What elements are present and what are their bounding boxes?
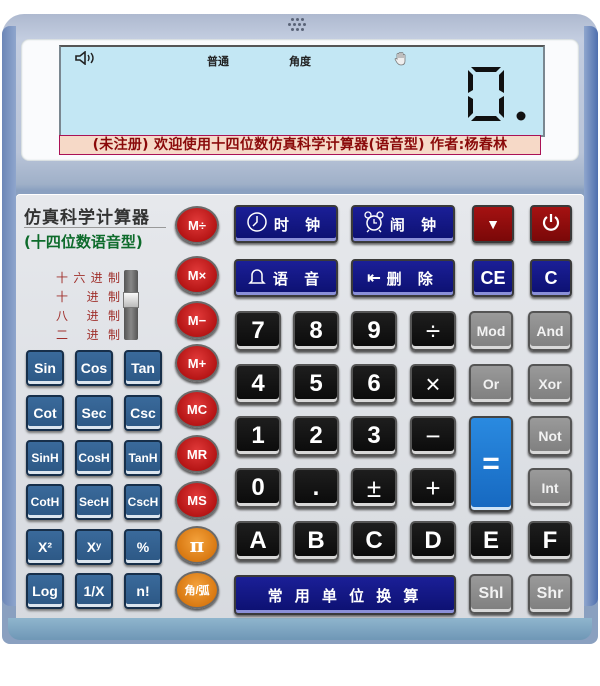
cot-button[interactable]: Cot bbox=[26, 395, 64, 431]
slider-knob[interactable] bbox=[123, 292, 139, 308]
digit-2-button[interactable]: 2 bbox=[293, 416, 339, 456]
digit-5-button[interactable]: 5 bbox=[293, 364, 339, 404]
power-xy-button[interactable]: Xʸ bbox=[75, 529, 113, 565]
decimal-point-button[interactable]: . bbox=[293, 468, 339, 508]
digit-9-button[interactable]: 9 bbox=[351, 311, 397, 351]
power-button[interactable] bbox=[530, 205, 572, 243]
sec-button[interactable]: Sec bbox=[75, 395, 113, 431]
tan-button[interactable]: Tan bbox=[124, 350, 162, 386]
alarm-clock-icon bbox=[364, 210, 384, 238]
alarm-button[interactable]: 闹 钟 bbox=[351, 205, 455, 243]
cos-button[interactable]: Cos bbox=[75, 350, 113, 386]
not-button[interactable]: Not bbox=[528, 416, 572, 456]
sin-button[interactable]: Sin bbox=[26, 350, 64, 386]
csch-button[interactable]: CscH bbox=[124, 484, 162, 520]
cosh-button[interactable]: CosH bbox=[75, 440, 113, 476]
digit-4-button[interactable]: 4 bbox=[235, 364, 281, 404]
subtract-button[interactable]: − bbox=[410, 416, 456, 456]
int-button[interactable]: Int bbox=[528, 468, 572, 508]
add-button[interactable]: + bbox=[410, 468, 456, 508]
equals-button[interactable]: = bbox=[469, 416, 513, 512]
xor-button[interactable]: Xor bbox=[528, 364, 572, 404]
digit-3-button[interactable]: 3 bbox=[351, 416, 397, 456]
voice-button[interactable]: 语 音 bbox=[234, 259, 338, 297]
clear-entry-button[interactable]: CE bbox=[472, 259, 514, 297]
degree-radian-toggle-button[interactable]: 角/弧 bbox=[175, 571, 219, 609]
square-button[interactable]: X² bbox=[26, 529, 64, 565]
log-button[interactable]: Log bbox=[26, 573, 64, 609]
bell-icon bbox=[247, 266, 267, 291]
base-option-oct[interactable]: 八进制 bbox=[56, 307, 120, 326]
welcome-banner: (未注册) 欢迎使用十四位数仿真科学计算器(语音型) 作者:杨春林 bbox=[59, 135, 541, 155]
delete-button[interactable]: ⇤ 删 除 bbox=[351, 259, 455, 297]
shift-left-button[interactable]: Shl bbox=[469, 574, 513, 614]
memory-store-button[interactable]: MS bbox=[175, 481, 219, 519]
hex-a-button[interactable]: A bbox=[235, 521, 281, 561]
product-title: 仿真科学计算器 bbox=[24, 208, 150, 228]
case-bottom-edge bbox=[8, 618, 592, 640]
product-subtitle: (十四位数语音型) bbox=[24, 233, 143, 251]
memory-multiply-button[interactable]: M× bbox=[175, 256, 219, 294]
digit-0-button[interactable]: 0 bbox=[235, 468, 281, 508]
result-value bbox=[465, 65, 529, 127]
reciprocal-button[interactable]: 1/X bbox=[75, 573, 113, 609]
hex-f-button[interactable]: F bbox=[528, 521, 572, 561]
plus-minus-button[interactable]: ± bbox=[351, 468, 397, 508]
unit-conversion-button[interactable]: 常 用 单 位 换 算 bbox=[234, 575, 456, 615]
digit-7-button[interactable]: 7 bbox=[235, 311, 281, 351]
hex-b-button[interactable]: B bbox=[293, 521, 339, 561]
speaker-grille-icon bbox=[287, 16, 317, 32]
pi-button[interactable]: π bbox=[175, 526, 219, 564]
tanh-button[interactable]: TanH bbox=[124, 440, 162, 476]
number-base-labels: 十六进制 十进制 八进制 二进制 bbox=[56, 269, 120, 345]
memory-recall-button[interactable]: MR bbox=[175, 435, 219, 473]
base-option-bin[interactable]: 二进制 bbox=[56, 326, 120, 345]
percent-button[interactable]: % bbox=[124, 529, 162, 565]
title-divider bbox=[24, 227, 166, 228]
clock-icon bbox=[246, 211, 268, 238]
coth-button[interactable]: CotH bbox=[26, 484, 64, 520]
number-base-slider[interactable] bbox=[123, 270, 139, 340]
triangle-down-icon: ▼ bbox=[486, 216, 500, 232]
mod-button[interactable]: Mod bbox=[469, 311, 513, 351]
memory-subtract-button[interactable]: M− bbox=[175, 301, 219, 339]
sech-button[interactable]: SecH bbox=[75, 484, 113, 520]
angle-unit-indicator: 角度 bbox=[289, 55, 311, 68]
memory-add-button[interactable]: M+ bbox=[175, 344, 219, 382]
digit-8-button[interactable]: 8 bbox=[293, 311, 339, 351]
case-edge-right bbox=[584, 26, 598, 606]
or-button[interactable]: Or bbox=[469, 364, 513, 404]
speaker-icon[interactable] bbox=[75, 50, 97, 68]
case-edge-left bbox=[2, 26, 16, 606]
and-button[interactable]: And bbox=[528, 311, 572, 351]
backspace-icon: ⇤ bbox=[367, 270, 381, 287]
shift-right-button[interactable]: Shr bbox=[528, 574, 572, 614]
multiply-button[interactable]: × bbox=[410, 364, 456, 404]
csc-button[interactable]: Csc bbox=[124, 395, 162, 431]
digit-1-button[interactable]: 1 bbox=[235, 416, 281, 456]
hex-e-button[interactable]: E bbox=[469, 521, 513, 561]
seven-segment-zero bbox=[468, 67, 526, 121]
hex-c-button[interactable]: C bbox=[351, 521, 397, 561]
clear-button[interactable]: C bbox=[530, 259, 572, 297]
clock-button[interactable]: 时 钟 bbox=[234, 205, 338, 243]
memory-clear-button[interactable]: MC bbox=[175, 390, 219, 428]
power-icon bbox=[541, 212, 561, 237]
mode-indicator: 普通 bbox=[207, 55, 229, 68]
base-option-dec[interactable]: 十进制 bbox=[56, 288, 120, 307]
lcd-display: 普通 角度 bbox=[59, 45, 545, 137]
sinh-button[interactable]: SinH bbox=[26, 440, 64, 476]
digit-6-button[interactable]: 6 bbox=[351, 364, 397, 404]
base-option-hex[interactable]: 十六进制 bbox=[56, 269, 120, 288]
dropdown-button[interactable]: ▼ bbox=[472, 205, 514, 243]
divide-button[interactable]: ÷ bbox=[410, 311, 456, 351]
memory-divide-button[interactable]: M÷ bbox=[175, 206, 219, 244]
hex-d-button[interactable]: D bbox=[410, 521, 456, 561]
factorial-button[interactable]: n! bbox=[124, 573, 162, 609]
hand-icon bbox=[394, 51, 408, 69]
